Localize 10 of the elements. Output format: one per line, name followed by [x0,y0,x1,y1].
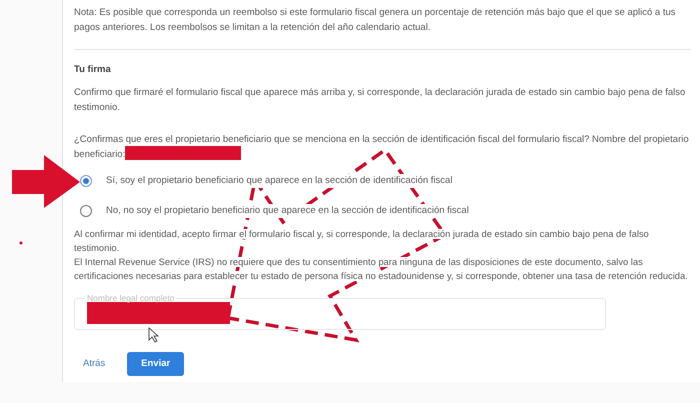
submit-button[interactable]: Enviar [127,352,184,376]
radio-button[interactable] [80,175,92,187]
radio-button[interactable] [80,205,92,217]
section-heading: Tu firma [74,64,111,75]
radio-option[interactable]: Sí, soy el propietario beneficiario que aparece en la sección de identificación fiscal [74,166,452,196]
option-label: Sí, soy el propietario beneficiario que aparece en la sección de identificación fiscal [106,174,452,188]
cursor-icon [148,327,160,343]
dot-mark [20,242,22,244]
radio-option[interactable]: No, no soy el propietario beneficiario que aparece en la sección de identificación fiscal [74,196,469,226]
option-label: No, no soy el propietario beneficiario que aparece en la sección de identificación fiscal [106,204,469,218]
